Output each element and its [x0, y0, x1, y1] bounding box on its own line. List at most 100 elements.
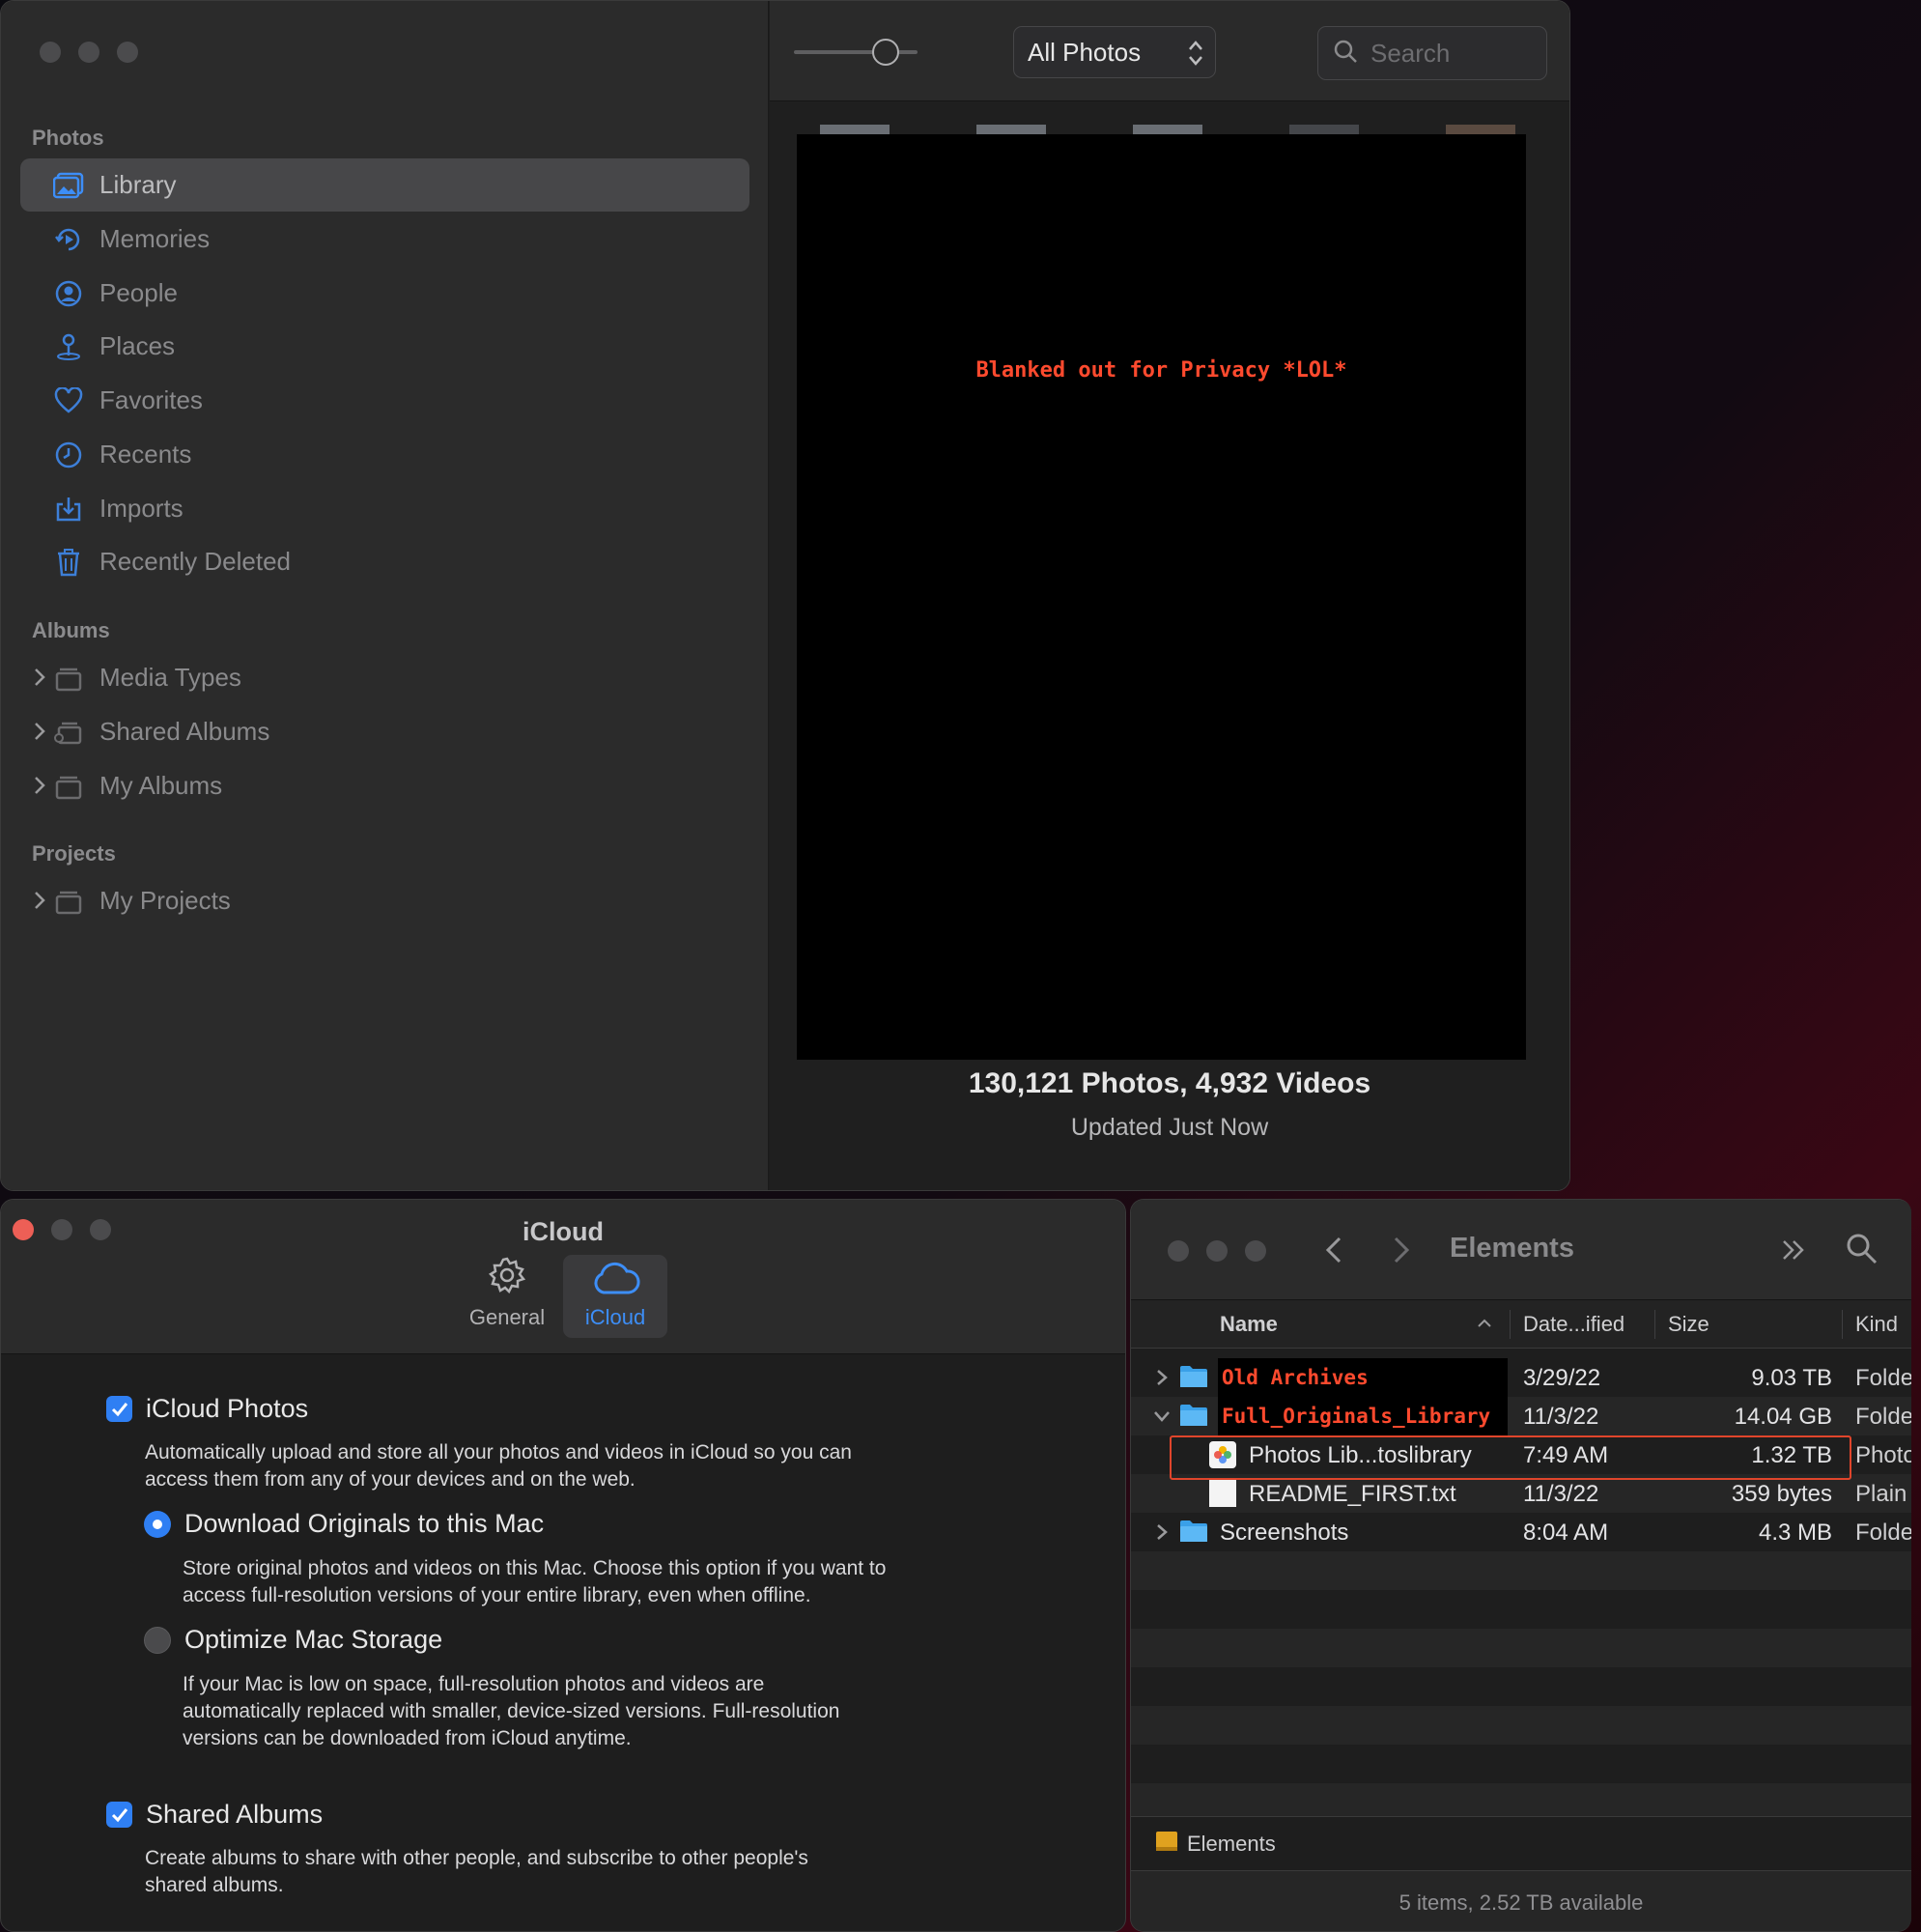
- file-name: Screenshots: [1220, 1520, 1349, 1546]
- folder-icon: [1179, 1364, 1208, 1394]
- sidebar-item-my-albums[interactable]: My Albums: [20, 759, 749, 812]
- tab-icloud[interactable]: iCloud: [563, 1255, 667, 1338]
- optimize-storage-description: If your Mac is low on space, full-resolu…: [183, 1671, 839, 1752]
- library-icon: [51, 168, 86, 203]
- section-title-photos: Photos: [32, 126, 104, 150]
- photos-window: Photos Library Memories People Places Fa…: [0, 0, 1570, 1191]
- tab-general[interactable]: General: [455, 1255, 559, 1338]
- column-divider[interactable]: [1510, 1310, 1511, 1339]
- shared-albums-checkbox[interactable]: Shared Albums: [106, 1800, 323, 1830]
- finder-window: Elements Name Date...ified Size Kind Old…: [1130, 1199, 1911, 1932]
- close-button[interactable]: [1168, 1240, 1189, 1262]
- window-controls: [40, 42, 138, 63]
- file-name: Full_Originals_Library: [1222, 1405, 1491, 1428]
- library-status: Updated Just Now: [1070, 1114, 1269, 1141]
- sidebar-item-places[interactable]: Places: [20, 320, 749, 373]
- minimize-button[interactable]: [78, 42, 99, 63]
- shared-album-icon: [51, 715, 86, 750]
- zoom-button[interactable]: [117, 42, 138, 63]
- settings-toolbar: iCloud General iCloud: [1, 1200, 1125, 1354]
- chevron-right-icon[interactable]: [28, 774, 51, 797]
- checkmark-icon: [106, 1396, 132, 1422]
- sidebar-item-favorites[interactable]: Favorites: [20, 374, 749, 427]
- file-kind: Folde: [1855, 1365, 1911, 1391]
- column-divider[interactable]: [1842, 1310, 1843, 1339]
- search-field[interactable]: Search: [1317, 26, 1547, 80]
- sidebar-item-memories[interactable]: Memories: [20, 213, 749, 266]
- download-originals-radio[interactable]: Download Originals to this Mac: [144, 1509, 544, 1539]
- search-icon[interactable]: [1844, 1231, 1879, 1270]
- empty-row: [1131, 1629, 1911, 1667]
- chevron-right-icon[interactable]: [1152, 1522, 1172, 1547]
- memories-icon: [51, 222, 86, 257]
- album-stack-icon: [51, 661, 86, 696]
- sidebar-item-library[interactable]: Library: [20, 158, 749, 212]
- description-line: access them from any of your devices and…: [145, 1468, 636, 1491]
- sidebar-item-people[interactable]: People: [20, 267, 749, 320]
- column-size[interactable]: Size: [1668, 1312, 1709, 1337]
- column-name[interactable]: Name: [1220, 1312, 1278, 1337]
- back-chevron-icon[interactable]: [1322, 1235, 1345, 1270]
- file-date: 11/3/22: [1523, 1481, 1599, 1507]
- sidebar-item-label: Memories: [99, 224, 211, 253]
- table-row[interactable]: Screenshots 8:04 AM 4.3 MB Folde: [1131, 1513, 1911, 1551]
- view-selector[interactable]: All Photos: [1013, 26, 1216, 78]
- sidebar-item-shared-albums[interactable]: Shared Albums: [20, 705, 749, 758]
- description-line: automatically replaced with smaller, dev…: [183, 1700, 840, 1722]
- photo-thumbnail[interactable]: [1133, 125, 1202, 134]
- file-size: 14.04 GB: [1734, 1404, 1832, 1430]
- radio-unselected-icon: [144, 1626, 171, 1654]
- chevron-right-icon[interactable]: [28, 720, 51, 743]
- zoom-button[interactable]: [1245, 1240, 1266, 1262]
- path-item[interactable]: Elements: [1187, 1832, 1276, 1857]
- zoom-slider-thumb[interactable]: [872, 39, 899, 66]
- photos-toolbar: All Photos Search: [770, 1, 1569, 101]
- table-row[interactable]: Old Archives 3/29/22 9.03 TB Folde: [1131, 1358, 1911, 1397]
- sidebar-item-media-types[interactable]: Media Types: [20, 651, 749, 704]
- section-title-albums: Albums: [32, 618, 110, 642]
- sidebar-item-label: Favorites: [99, 385, 203, 414]
- icloud-photos-checkbox[interactable]: iCloud Photos: [106, 1394, 308, 1424]
- clock-icon: [51, 438, 86, 472]
- sidebar-item-my-projects[interactable]: My Projects: [20, 874, 749, 927]
- description-line: versions can be downloaded from iCloud a…: [183, 1727, 632, 1749]
- file-size: 359 bytes: [1731, 1481, 1832, 1507]
- chevron-right-icon[interactable]: [28, 889, 51, 912]
- description-line: access full-resolution versions of your …: [183, 1584, 811, 1606]
- minimize-button[interactable]: [1206, 1240, 1228, 1262]
- close-button[interactable]: [40, 42, 61, 63]
- privacy-note: Blanked out for Privacy *LOL*: [975, 357, 1347, 383]
- section-title-projects: Projects: [32, 841, 116, 866]
- icloud-photos-description: Automatically upload and store all your …: [145, 1439, 852, 1493]
- table-row[interactable]: README_FIRST.txt 11/3/22 359 bytes Plain: [1131, 1474, 1911, 1513]
- sidebar-item-label: Library: [99, 170, 177, 199]
- column-divider[interactable]: [1654, 1310, 1655, 1339]
- file-kind: Folde: [1855, 1520, 1911, 1546]
- optimize-storage-radio[interactable]: Optimize Mac Storage: [144, 1625, 442, 1655]
- sidebar-item-imports[interactable]: Imports: [20, 482, 749, 535]
- double-chevron-icon[interactable]: [1780, 1236, 1807, 1268]
- chevron-right-icon[interactable]: [28, 666, 51, 689]
- sort-ascending-icon[interactable]: [1475, 1314, 1494, 1338]
- column-kind[interactable]: Kind: [1855, 1312, 1898, 1337]
- sidebar-item-recents[interactable]: Recents: [20, 428, 749, 481]
- file-date: 3/29/22: [1523, 1365, 1601, 1391]
- file-kind: Photo: [1855, 1442, 1911, 1468]
- map-pin-icon: [51, 329, 86, 364]
- chevron-right-icon[interactable]: [1152, 1368, 1172, 1392]
- photo-thumbnail[interactable]: [1289, 125, 1359, 134]
- file-kind: Plain: [1855, 1481, 1907, 1507]
- photo-thumbnail[interactable]: [976, 125, 1046, 134]
- file-date: 11/3/22: [1523, 1404, 1599, 1430]
- sidebar-item-label: Shared Albums: [99, 717, 270, 746]
- photo-thumbnail[interactable]: [1446, 125, 1515, 134]
- photo-thumbnail[interactable]: [820, 125, 890, 134]
- forward-chevron-icon[interactable]: [1390, 1235, 1413, 1270]
- chevron-down-icon[interactable]: [1152, 1406, 1172, 1431]
- column-date[interactable]: Date...ified: [1523, 1312, 1624, 1337]
- sidebar-item-recently-deleted[interactable]: Recently Deleted: [20, 535, 749, 588]
- description-line: If your Mac is low on space, full-resolu…: [183, 1673, 765, 1695]
- table-row[interactable]: Full_Originals_Library 11/3/22 14.04 GB …: [1131, 1397, 1911, 1435]
- photo-thumbnail-strip: [820, 125, 1535, 134]
- library-count: 130,121 Photos, 4,932 Videos: [968, 1067, 1371, 1099]
